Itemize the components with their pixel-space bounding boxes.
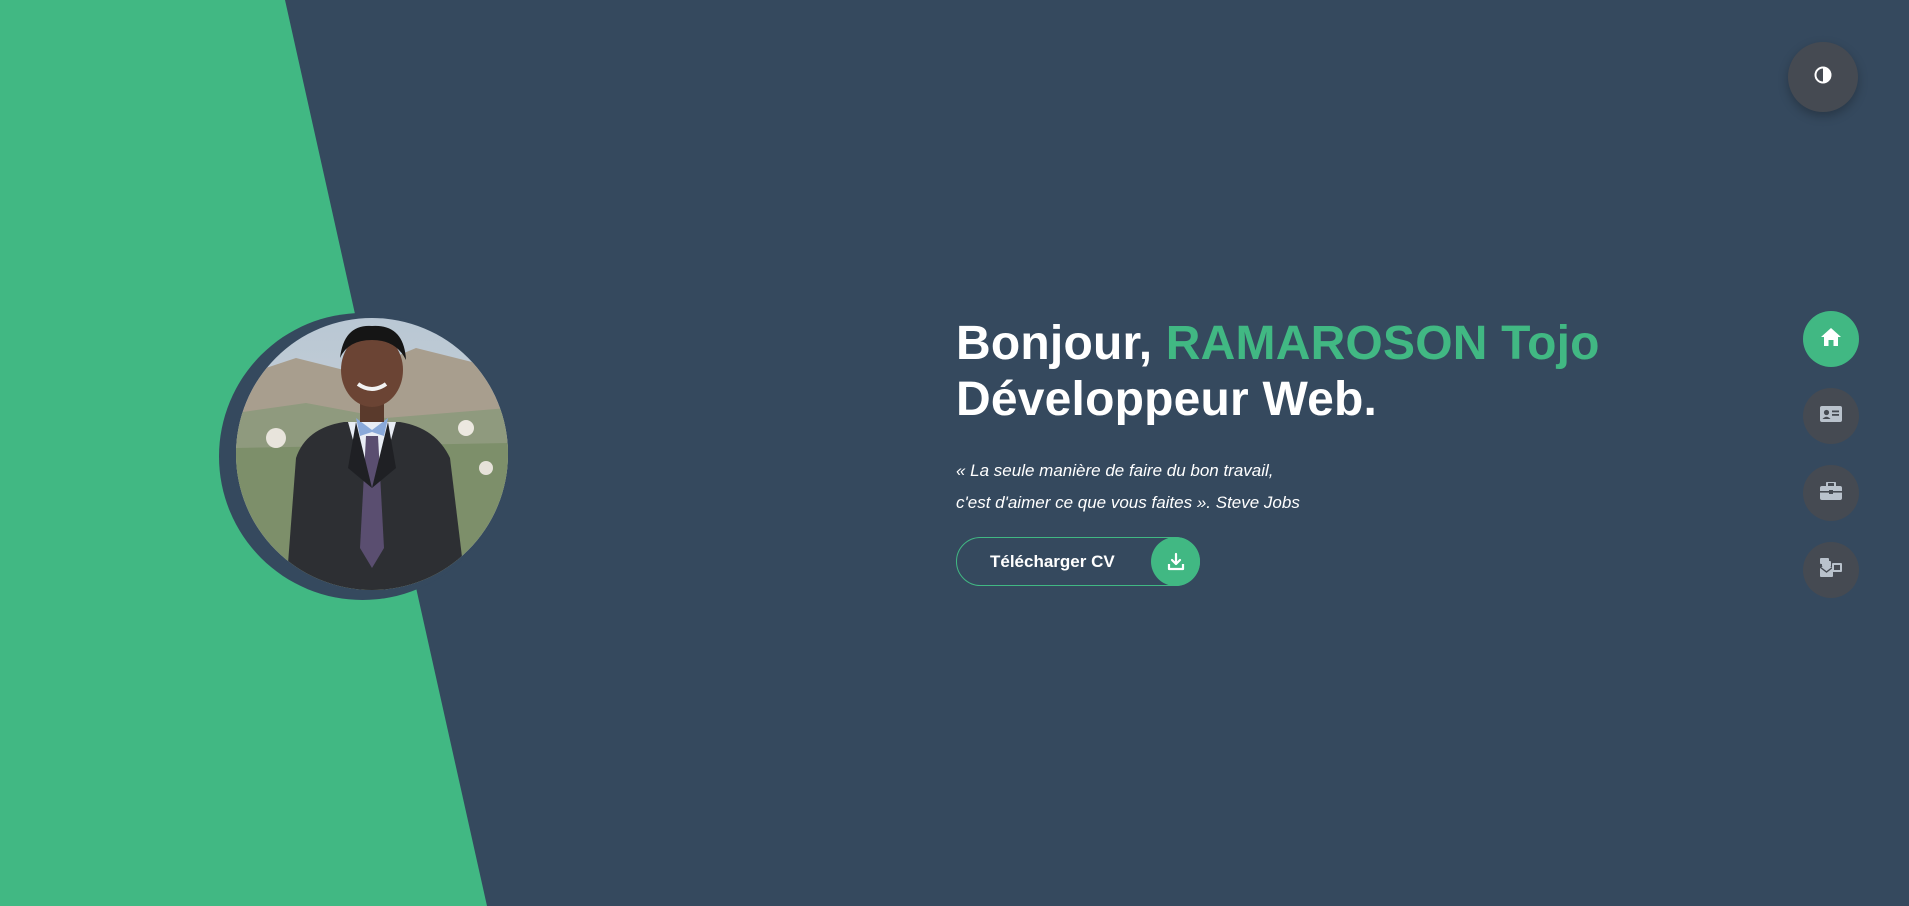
mail-bulk-icon <box>1819 557 1842 583</box>
profile-photo <box>236 318 508 590</box>
hero-role: Développeur Web. <box>956 373 1378 426</box>
download-cv-label: Télécharger CV <box>990 551 1115 571</box>
download-cv-button[interactable]: Télécharger CV <box>956 537 1200 586</box>
quote-line-1: « La seule manière de faire du bon trava… <box>956 461 1274 480</box>
hero-section: Bonjour, RAMAROSON Tojo Développeur Web.… <box>956 316 1656 586</box>
theme-toggle-button[interactable] <box>1788 42 1858 112</box>
nav-portfolio-button[interactable] <box>1803 465 1859 521</box>
download-icon <box>1151 537 1200 586</box>
id-card-icon <box>1820 405 1842 427</box>
quote-line-2: c'est d'aimer ce que vous faites ». Stev… <box>956 493 1300 512</box>
greeting-text: Bonjour, <box>956 317 1153 370</box>
page: Bonjour, RAMAROSON Tojo Développeur Web.… <box>0 0 1909 906</box>
hero-name: RAMAROSON Tojo <box>1165 317 1600 370</box>
contrast-icon <box>1814 66 1832 89</box>
briefcase-icon <box>1820 480 1842 505</box>
quote: « La seule manière de faire du bon trava… <box>956 455 1656 519</box>
hero-title: Bonjour, RAMAROSON Tojo Développeur Web. <box>956 316 1656 428</box>
nav-home-button[interactable] <box>1803 311 1859 367</box>
home-icon <box>1820 327 1842 352</box>
nav-about-button[interactable] <box>1803 388 1859 444</box>
nav-contact-button[interactable] <box>1803 542 1859 598</box>
